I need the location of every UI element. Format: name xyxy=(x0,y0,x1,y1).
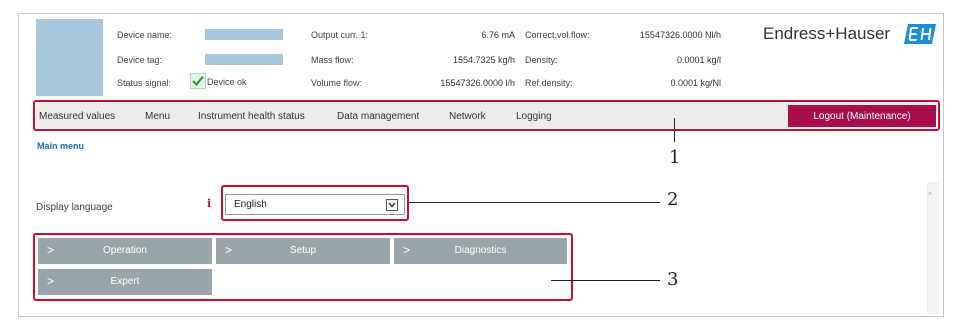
device-tag-value xyxy=(205,54,283,65)
display-language-label: Display language xyxy=(36,202,113,213)
callout-3: 3 xyxy=(667,269,679,290)
output-curr-label: Output curr. 1: xyxy=(311,30,369,40)
device-name-label: Device name: xyxy=(117,30,173,40)
callout-line-1 xyxy=(674,118,675,142)
language-highlight xyxy=(221,185,409,221)
density-label: Density: xyxy=(525,55,558,65)
callout-1: 1 xyxy=(669,147,681,168)
corr-vol-flow-value: 15547326.0000 Nl/h xyxy=(639,30,721,40)
check-icon xyxy=(190,73,206,89)
output-curr-value: 6.76 mA xyxy=(481,30,515,40)
scrollbar[interactable] xyxy=(927,182,939,314)
tiles-highlight xyxy=(33,233,573,301)
brand-logo-text: Endress+Hauser xyxy=(763,24,891,43)
callout-2: 2 xyxy=(667,189,679,210)
volume-flow-label: Volume flow: xyxy=(311,78,363,88)
mass-flow-value: 1554.7325 kg/h xyxy=(452,55,515,65)
nav-highlight xyxy=(33,100,940,131)
device-name-value xyxy=(205,29,283,40)
volume-flow-value: 15547326.0000 l/h xyxy=(440,78,515,88)
brand-logo-icon xyxy=(904,24,936,44)
mass-flow-label: Mass flow: xyxy=(311,55,354,65)
ref-density-value: 0.0001 kg/Nl xyxy=(670,78,721,88)
device-tag-label: Device tag: xyxy=(117,55,163,65)
status-signal-value: Device ok xyxy=(207,77,247,87)
ref-density-label: Ref.density: xyxy=(525,78,573,88)
info-icon[interactable]: i xyxy=(207,197,211,210)
device-image xyxy=(36,19,103,96)
callout-line-3 xyxy=(551,280,660,281)
density-value: 0.0001 kg/l xyxy=(676,55,721,65)
callout-line-2 xyxy=(409,202,660,203)
status-signal-label: Status signal: xyxy=(117,78,172,88)
main-menu-link[interactable]: Main menu xyxy=(37,141,84,151)
corr-vol-flow-label: Correct.vol.flow: xyxy=(525,30,590,40)
scroll-up-icon[interactable]: ^ xyxy=(928,191,932,200)
